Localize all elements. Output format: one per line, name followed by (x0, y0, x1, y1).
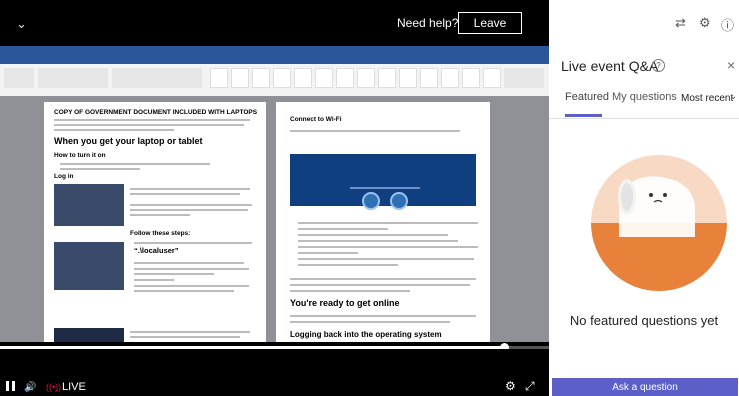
player-settings-icon[interactable]: ⚙ (505, 379, 516, 393)
video-player: ⌄ Need help? Leave COPY OF GOVERNMENT DO… (0, 0, 549, 396)
close-icon[interactable]: × (727, 57, 735, 73)
active-tab-indicator (565, 114, 602, 117)
help-icon[interactable]: ? (652, 59, 665, 72)
leave-button[interactable]: Leave (458, 12, 522, 34)
doc-heading-3: Log in (54, 173, 74, 180)
tab-featured[interactable]: Featured (565, 91, 609, 103)
sort-dropdown[interactable]: Most recent (681, 93, 733, 104)
doc-heading-1: When you get your laptop or tablet (54, 136, 203, 146)
shared-screen-video: COPY OF GOVERNMENT DOCUMENT INCLUDED WIT… (0, 46, 549, 342)
player-controls: 🔊 ((•)) LIVE ⚙ ⤢ (0, 349, 549, 396)
qa-title: Live event Q&A (561, 58, 659, 74)
tab-my-questions[interactable]: My questions (612, 91, 677, 103)
word-styles-gallery (210, 68, 501, 88)
doc-heading-2: How to turn it on (54, 152, 106, 159)
wifi-screenshot (290, 154, 476, 210)
volume-icon[interactable]: 🔊 (24, 382, 36, 393)
word-ribbon-tabs (0, 56, 549, 64)
pause-icon[interactable] (6, 381, 16, 391)
settings-icon[interactable]: ⚙ (699, 15, 711, 31)
screenshot-image (54, 242, 124, 290)
empty-state-message: No featured questions yet (569, 313, 719, 328)
document-page-right: Connect to Wi-Fi You're ready to get onl… (276, 102, 490, 342)
empty-jar-illustration (591, 155, 727, 291)
tabs-divider (549, 118, 739, 119)
expand-icon[interactable]: ⤢ (525, 379, 535, 394)
live-label: LIVE (62, 381, 86, 393)
translate-icon[interactable]: ⇄ (675, 15, 686, 31)
need-help-link[interactable]: Need help? (397, 16, 458, 30)
qa-panel: ⇄ ⚙ ⓘ Live event Q&A ? × Featured My que… (549, 0, 739, 396)
word-ribbon (0, 64, 549, 97)
player-top-bar: ⌄ Need help? Leave (0, 0, 549, 46)
word-title-bar (0, 46, 549, 56)
document-page-left: COPY OF GOVERNMENT DOCUMENT INCLUDED WIT… (44, 102, 266, 342)
screenshot-image (54, 328, 124, 342)
doc-title-right: Connect to Wi-Fi (290, 116, 342, 123)
collapse-chevron-icon[interactable]: ⌄ (16, 16, 27, 32)
ask-question-button[interactable]: Ask a question (552, 378, 738, 396)
word-document-area: COPY OF GOVERNMENT DOCUMENT INCLUDED WIT… (0, 96, 549, 342)
localuser-text: “.\localuser” (134, 246, 179, 255)
doc-heading-4: Follow these steps: (130, 230, 191, 237)
info-icon[interactable]: ⓘ (721, 15, 734, 34)
doc-heading-logging: Logging back into the operating system (290, 330, 442, 339)
chevron-down-icon[interactable]: ⌄ (729, 91, 737, 102)
screenshot-image (54, 184, 124, 226)
live-indicator-icon: ((•)) (46, 382, 62, 392)
doc-title: COPY OF GOVERNMENT DOCUMENT INCLUDED WIT… (54, 109, 258, 116)
doc-heading-online: You're ready to get online (290, 298, 400, 308)
